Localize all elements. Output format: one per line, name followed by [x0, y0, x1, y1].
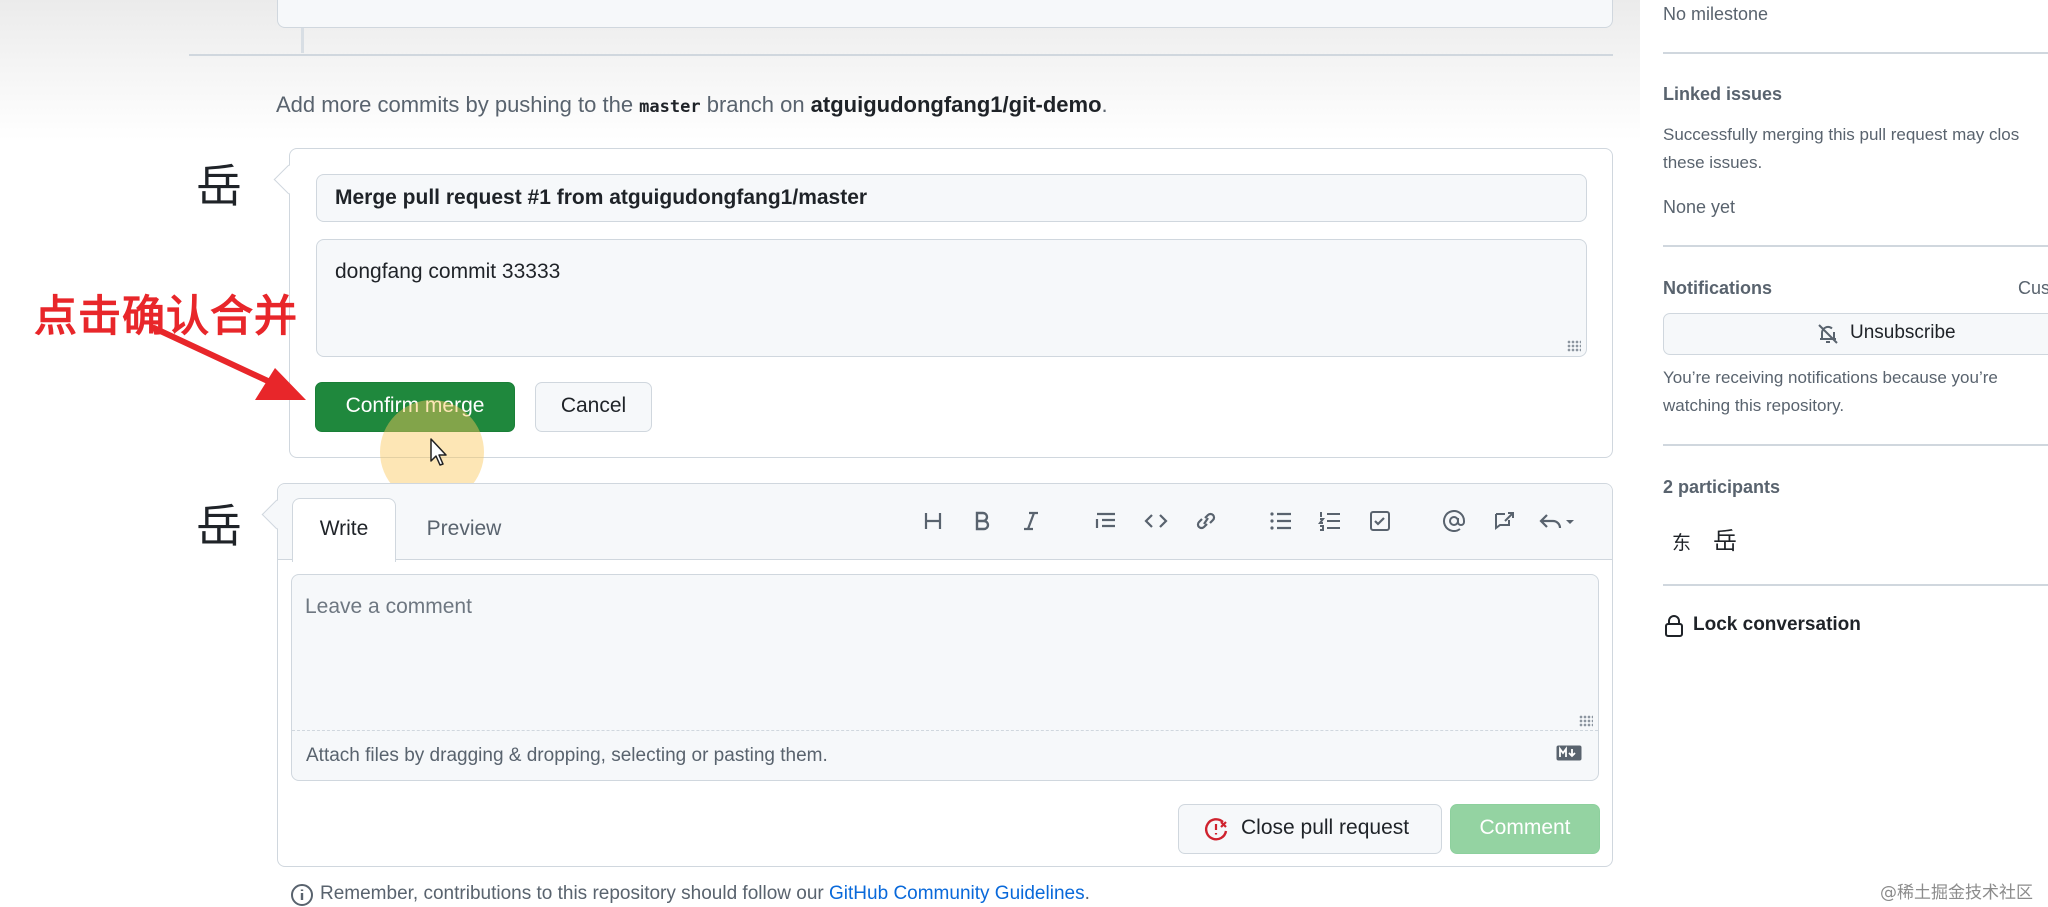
repo-name[interactable]: atguigudongfang1/git-demo — [811, 92, 1102, 117]
merge-message-text: dongfang commit 33333 — [335, 260, 561, 283]
reference-icon[interactable] — [1486, 504, 1522, 540]
merge-title-input[interactable]: Merge pull request #1 from atguigudongfa… — [316, 174, 1587, 222]
quote-icon[interactable] — [1088, 504, 1124, 540]
linked-issues-value: None yet — [1663, 197, 1736, 217]
notification-reason-2: watching this repository. — [1663, 396, 1845, 415]
hint-suffix: . — [1101, 92, 1108, 117]
previous-timeline-box — [277, 0, 1613, 28]
annotation-arrow-icon — [151, 325, 306, 400]
sidebar-divider — [1663, 245, 2048, 247]
notifications-customize-link[interactable]: Cust — [2018, 278, 2048, 299]
comment-box: Write Preview Leave a comment Attach fil… — [277, 483, 1613, 867]
info-icon — [291, 884, 313, 906]
hint-middle: branch on — [700, 92, 811, 117]
notice-suffix: . — [1084, 883, 1090, 904]
linked-issues-desc-2: these issues. — [1663, 153, 1763, 172]
lock-conversation-link[interactable]: Lock conversation — [1663, 614, 1861, 637]
close-pull-request-button[interactable]: Close pull request — [1178, 804, 1442, 854]
close-pr-label: Close pull request — [1241, 816, 1410, 839]
attach-divider — [292, 730, 1598, 731]
lock-label: Lock conversation — [1693, 614, 1861, 635]
resize-handle[interactable] — [1567, 340, 1581, 352]
watermark: @稀土掘金技术社区 — [1880, 883, 2033, 903]
comment-button[interactable]: Comment — [1450, 804, 1600, 854]
mouse-cursor-icon — [430, 438, 447, 466]
reply-icon[interactable] — [1535, 504, 1579, 540]
sidebar-divider — [1663, 584, 2048, 586]
participant-avatar[interactable]: 东 — [1672, 532, 1691, 554]
unsubscribe-button[interactable]: Unsubscribe — [1663, 313, 2048, 355]
markdown-icon[interactable] — [1556, 745, 1582, 761]
code-icon[interactable] — [1138, 504, 1174, 540]
merge-author-avatar[interactable]: 岳 — [196, 150, 242, 216]
bell-slash-icon — [1818, 324, 1838, 344]
bold-icon[interactable] — [964, 504, 1000, 540]
task-list-icon[interactable] — [1362, 504, 1398, 540]
participants-title: 2 participants — [1663, 477, 1781, 497]
contribution-notice: Remember, contributions to this reposito… — [290, 883, 1090, 906]
milestone-value: No milestone — [1663, 4, 1769, 24]
notice-text: Remember, contributions to this reposito… — [320, 883, 830, 904]
linked-issues-desc-1: Successfully merging this pull request m… — [1663, 125, 2020, 144]
comment-author-avatar[interactable]: 岳 — [196, 490, 242, 556]
timeline-divider — [189, 54, 1613, 56]
lock-icon — [1665, 615, 1683, 637]
comment-placeholder: Leave a comment — [305, 595, 472, 618]
tab-write[interactable]: Write — [292, 498, 396, 562]
cancel-button[interactable]: Cancel — [535, 382, 652, 432]
attach-files-hint[interactable]: Attach files by dragging & dropping, sel… — [306, 745, 828, 767]
italic-icon[interactable] — [1013, 504, 1049, 540]
sidebar-divider — [1663, 444, 2048, 446]
push-commits-hint: Add more commits by pushing to the maste… — [276, 92, 1108, 118]
participant-avatar[interactable]: 岳 — [1713, 527, 1737, 555]
notification-reason-1: You’re receiving notifications because y… — [1663, 368, 1998, 387]
ordered-list-icon[interactable] — [1312, 504, 1348, 540]
close-pr-icon — [1204, 818, 1228, 841]
linked-issues-title[interactable]: Linked issues — [1663, 84, 1782, 105]
notifications-title: Notifications — [1663, 278, 1773, 298]
comment-textarea[interactable]: Leave a comment Attach files by dragging… — [291, 574, 1599, 781]
unordered-list-icon[interactable] — [1263, 504, 1299, 540]
link-icon[interactable] — [1188, 504, 1224, 540]
heading-icon[interactable] — [915, 504, 951, 540]
community-guidelines-link[interactable]: GitHub Community Guidelines — [829, 883, 1085, 904]
participants-list: 东岳 — [1672, 521, 1759, 556]
tab-preview[interactable]: Preview — [412, 498, 516, 560]
hint-prefix: Add more commits by pushing to the — [276, 92, 640, 117]
resize-handle[interactable] — [1579, 715, 1593, 727]
unsubscribe-label: Unsubscribe — [1850, 322, 1956, 343]
mention-icon[interactable] — [1436, 504, 1472, 540]
sidebar-divider — [1663, 52, 2048, 54]
timeline-connector — [301, 28, 304, 53]
branch-name: master — [639, 97, 701, 117]
merge-message-textarea[interactable]: dongfang commit 33333 — [316, 239, 1587, 357]
